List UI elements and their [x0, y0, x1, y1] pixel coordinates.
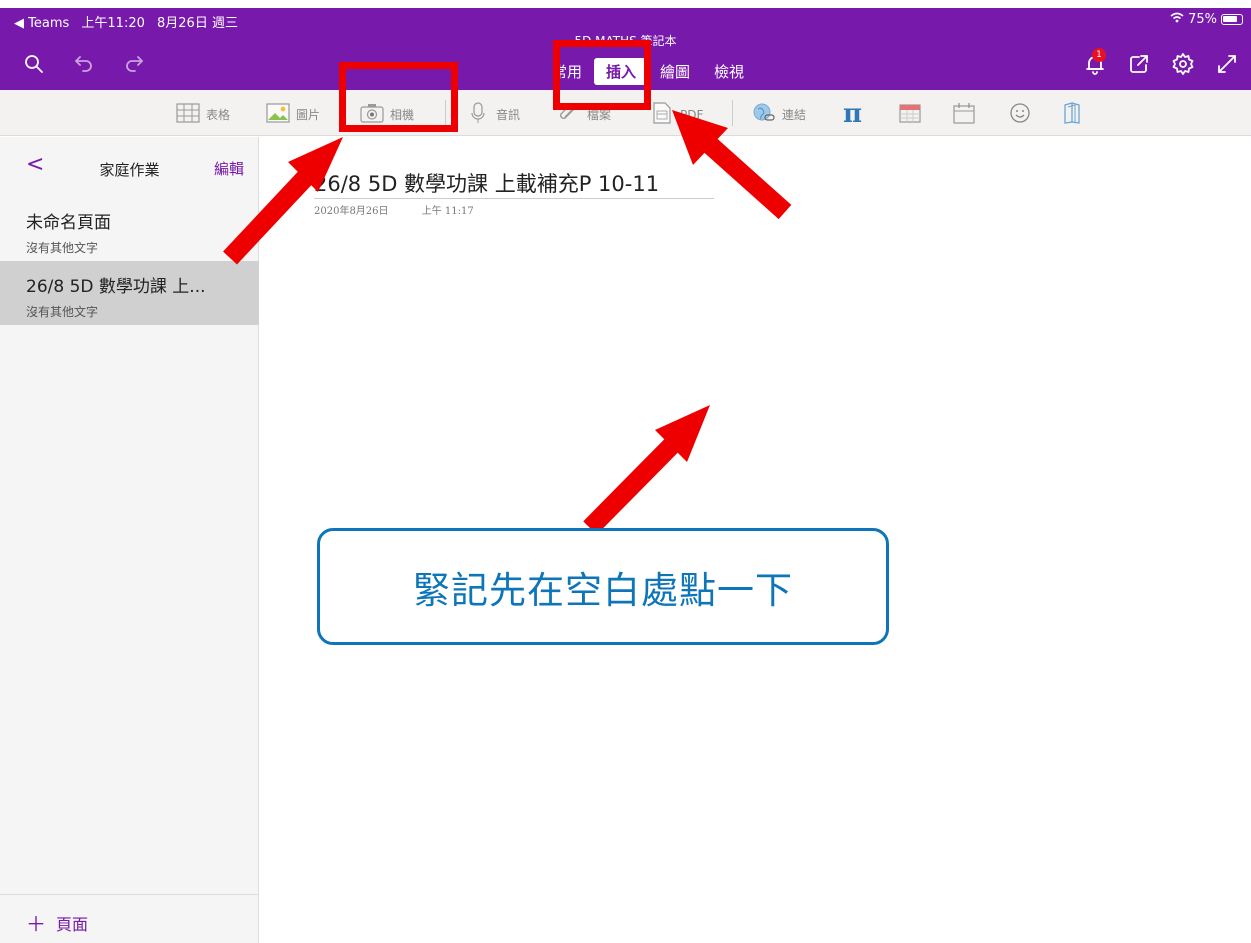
instruction-callout: 緊記先在空白處點一下 [317, 528, 889, 645]
calendar-icon [952, 102, 976, 127]
page-item-subtitle: 沒有其他文字 [26, 305, 99, 319]
status-bar-right: 75% [1170, 12, 1243, 27]
page-item-title: 未命名頁面 [26, 213, 111, 233]
smiley-icon [1008, 102, 1032, 127]
page-list-sidebar: < 家庭作業 編輯 未命名頁面 沒有其他文字 26/8 5D 數學功課 上...… [0, 137, 259, 943]
page-title[interactable]: 26/8 5D 數學功課 上載補充P 10-11 [314, 168, 659, 198]
page-list-item[interactable]: 未命名頁面 沒有其他文字 [0, 197, 259, 261]
pi-equation-icon: π [843, 99, 863, 129]
title-underline [314, 198, 714, 199]
insert-link-label: 連結 [782, 108, 807, 122]
tab-draw[interactable]: 繪圖 [648, 58, 702, 85]
back-to-teams-link[interactable]: ◀ Teams [14, 16, 69, 31]
insert-tab-highlight-box [553, 40, 651, 110]
insert-table-button[interactable]: 表格 [176, 102, 230, 127]
page-date: 2020年8月26日 [314, 206, 389, 217]
ribbon-divider [732, 100, 733, 126]
add-page-bar[interactable]: ＋ 頁面 [0, 894, 259, 943]
insert-meeting-details-button[interactable] [898, 102, 922, 127]
plus-icon: ＋ [26, 912, 46, 936]
bell-icon[interactable]: 1 [1083, 48, 1107, 76]
share-icon[interactable] [1127, 52, 1151, 76]
insert-equation-button[interactable]: π [843, 99, 862, 129]
insert-picture-label: 圖片 [296, 108, 321, 122]
redo-icon[interactable] [122, 52, 146, 76]
status-time: 上午11:20 [81, 16, 145, 31]
search-icon[interactable] [22, 52, 46, 76]
insert-sticker-button[interactable] [1008, 102, 1032, 127]
table-icon [176, 102, 200, 127]
edit-button[interactable]: 編輯 [214, 158, 244, 179]
globe-link-icon [752, 102, 776, 127]
status-date: 8月26日 週三 [157, 16, 238, 31]
insert-class-notebook-button[interactable] [1060, 102, 1084, 127]
page-list-item-selected[interactable]: 26/8 5D 數學功課 上... 沒有其他文字 [0, 261, 259, 325]
expand-icon[interactable] [1215, 52, 1239, 76]
right-toolbar: 1 [1083, 48, 1239, 76]
insert-audio-label: 音訊 [496, 108, 521, 122]
insert-picture-button[interactable]: 圖片 [266, 102, 320, 127]
page-datetime: 2020年8月26日 上午 11:17 [314, 202, 504, 217]
notebook-pages-icon [1060, 102, 1084, 127]
page-item-subtitle: 沒有其他文字 [26, 241, 99, 255]
notification-badge: 1 [1092, 48, 1106, 62]
picture-icon [266, 102, 290, 127]
section-header: < 家庭作業 編輯 [0, 137, 258, 189]
insert-pdf-button[interactable]: PDF [650, 102, 703, 127]
battery-percent: 75% [1188, 12, 1217, 27]
insert-table-label: 表格 [206, 108, 231, 122]
tab-view[interactable]: 檢視 [702, 58, 756, 85]
insert-date-button[interactable] [952, 102, 976, 127]
undo-icon[interactable] [72, 52, 96, 76]
pdf-document-icon [650, 102, 674, 127]
insert-audio-button[interactable]: 音訊 [466, 102, 520, 127]
camera-highlight-box [339, 62, 458, 132]
calendar-grid-icon [898, 102, 922, 127]
status-bar-left: ◀ Teams 上午11:20 8月26日 週三 [14, 12, 246, 31]
battery-icon [1221, 14, 1243, 25]
page-time: 上午 11:17 [421, 206, 474, 217]
insert-link-button[interactable]: 連結 [752, 102, 806, 127]
insert-pdf-label: PDF [680, 107, 704, 122]
page-item-title: 26/8 5D 數學功課 上... [26, 277, 206, 297]
wifi-icon [1170, 12, 1184, 27]
left-toolbar [22, 52, 146, 76]
add-page-label: 頁面 [56, 915, 89, 934]
settings-icon[interactable] [1171, 52, 1195, 76]
microphone-icon [466, 102, 490, 127]
onenote-app: ◀ Teams 上午11:20 8月26日 週三 75% 5D MATHS 筆記… [0, 0, 1251, 943]
